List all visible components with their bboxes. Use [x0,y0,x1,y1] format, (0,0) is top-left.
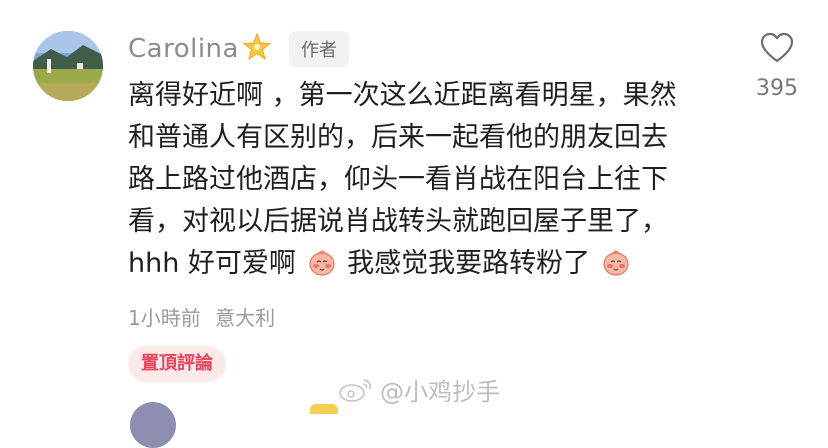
comment-line: 看，对视以后据说肖战转头就跑回屋子里了， [128,206,668,237]
watermark-text: @小鸡抄手 [380,378,500,406]
comment-meta: 1小時前 意大利 [128,302,283,331]
next-star-badge-icon [310,404,338,414]
like-count: 395 [756,76,798,101]
like-button[interactable]: 395 [748,32,806,101]
next-comment-avatar[interactable] [130,402,176,448]
blushing-face-emoji-icon [308,250,335,276]
username[interactable]: Carolina [128,34,239,64]
avatar[interactable] [33,31,103,101]
comment-text-part: hhh 好可爱啊 [128,248,296,279]
pinned-comment-badge: 置頂評論 [128,346,226,382]
comment-line: 离得好近啊 ，第一次这么近距离看明星，果然 [128,80,677,111]
comment-line: 路上路过他酒店，仰头一看肖战在阳台上往下 [128,164,668,195]
comment-text: 离得好近啊 ，第一次这么近距离看明星，果然 和普通人有区别的，后来一起看他的朋友… [128,75,728,285]
blushing-face-emoji-icon [603,250,629,276]
comment-line: hhh 好可爱啊 我感觉我要路转粉了 [128,243,728,285]
star-badge-icon [242,32,272,61]
watermark: @小鸡抄手 [338,372,500,407]
comment-header: Carolina 作者 [128,30,349,68]
comment-line: 和普通人有区别的，后来一起看他的朋友回去 [128,122,668,153]
comment-location: 意大利 [215,306,276,330]
comment-text-part: 我感觉我要路转粉了 [347,248,591,279]
weibo-logo-icon [339,378,371,402]
comment-time: 1小時前 [128,306,201,330]
heart-outline-icon[interactable] [760,32,794,64]
author-badge: 作者 [288,31,349,67]
